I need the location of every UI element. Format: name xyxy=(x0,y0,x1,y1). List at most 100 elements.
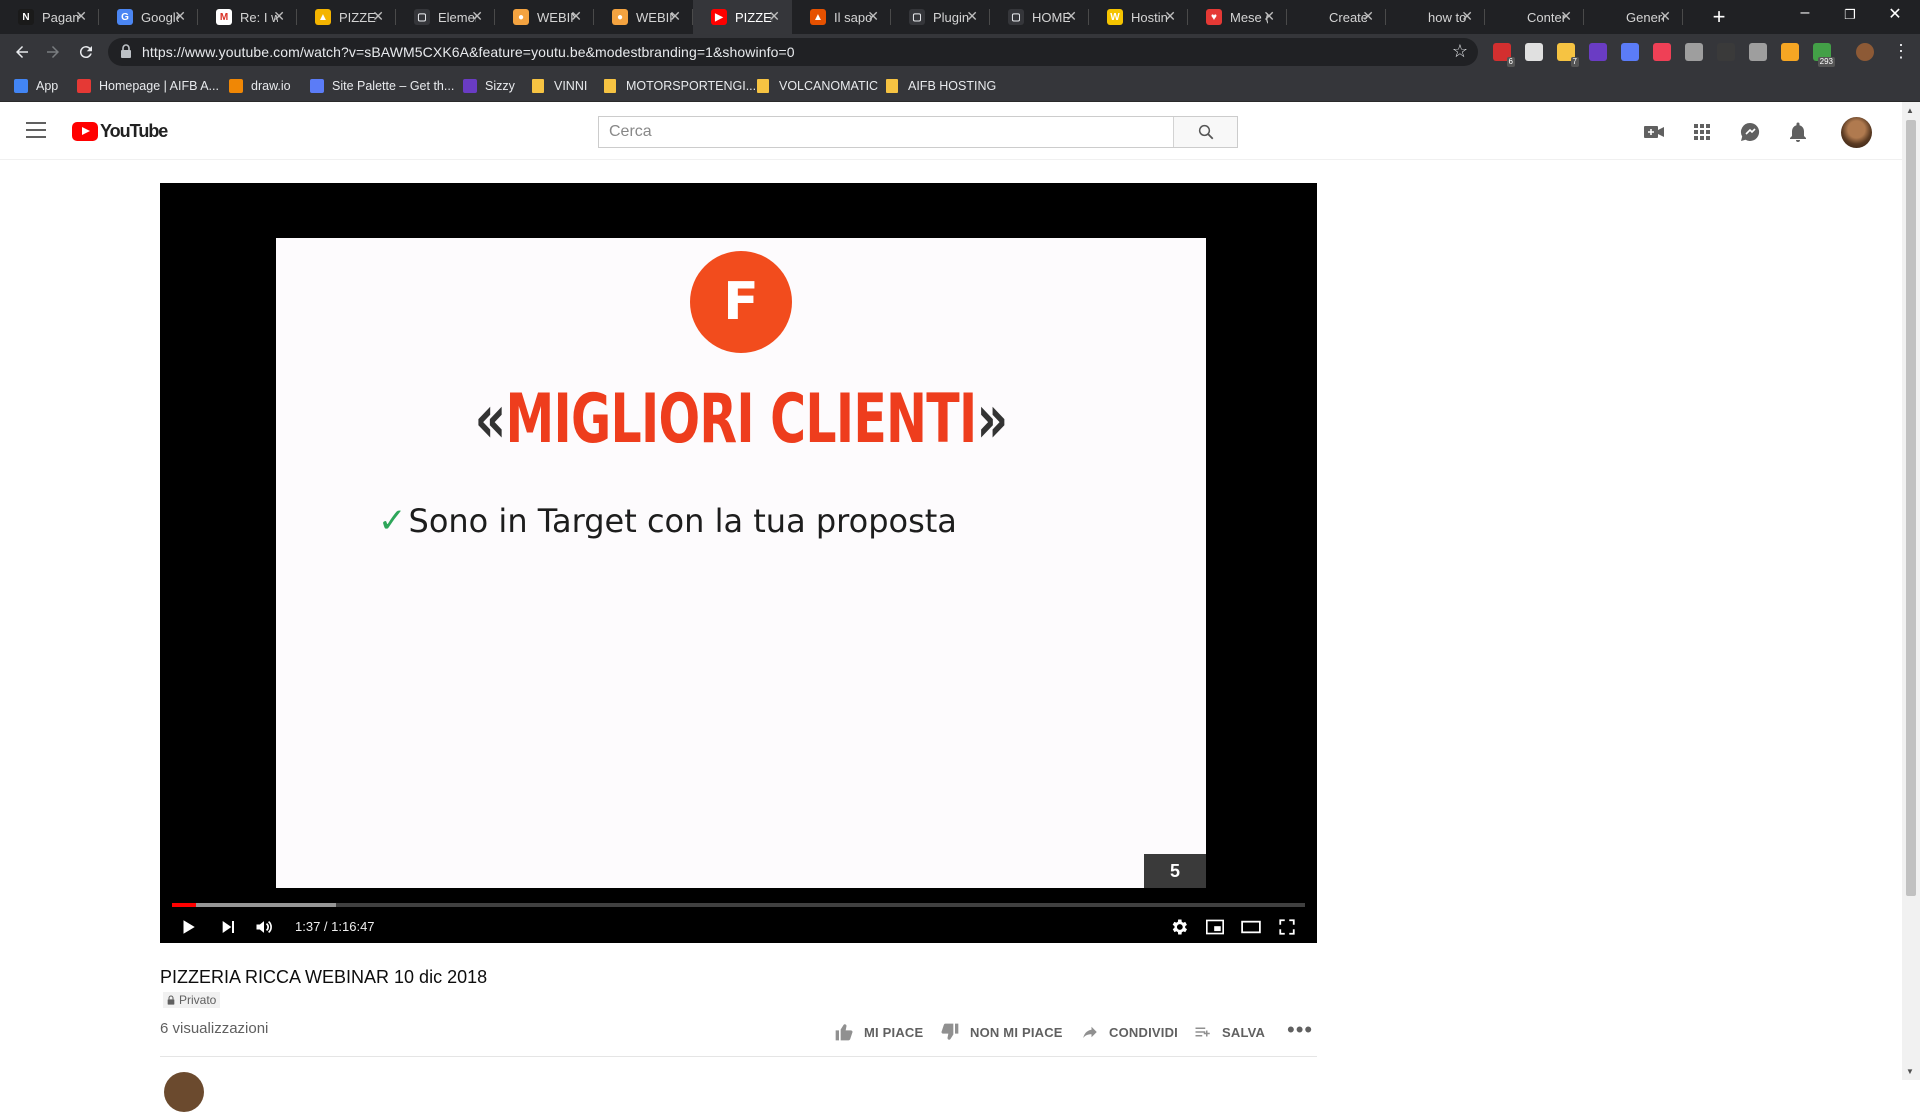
browser-tab[interactable]: ▢Elemen✕ xyxy=(396,0,495,34)
account-avatar[interactable] xyxy=(1841,117,1872,148)
sizzy-ext-icon[interactable] xyxy=(1589,43,1607,61)
tab-close-icon[interactable]: ✕ xyxy=(372,8,384,25)
browser-tab[interactable]: Conter ✕ xyxy=(1485,0,1584,34)
youtube-logo[interactable]: YouTube xyxy=(72,121,168,141)
maximize-button[interactable]: ❐ xyxy=(1830,7,1870,23)
sticky-notes-icon[interactable]: 7 xyxy=(1557,43,1579,67)
profile-avatar-icon[interactable] xyxy=(1856,43,1874,61)
browser-tab[interactable]: ▶PIZZER✕ xyxy=(693,0,792,34)
close-window-button[interactable]: ✕ xyxy=(1875,4,1915,24)
bookmark-item[interactable]: App xyxy=(14,77,58,95)
bookmark-item[interactable]: draw.io xyxy=(229,77,291,95)
tab-favicon-icon xyxy=(1602,9,1618,25)
messages-icon[interactable] xyxy=(1738,120,1762,144)
tab-close-icon[interactable]: ✕ xyxy=(1362,8,1374,25)
browser-tab[interactable]: Create ✕ xyxy=(1287,0,1386,34)
tab-close-icon[interactable]: ✕ xyxy=(966,8,978,25)
save-button[interactable]: SALVA xyxy=(1194,1021,1265,1043)
browser-tab[interactable]: N Pagam ✕ xyxy=(0,0,99,34)
bookmark-label: draw.io xyxy=(251,79,291,93)
tab-close-icon[interactable]: ✕ xyxy=(570,8,582,25)
tab-close-icon[interactable]: ✕ xyxy=(768,8,780,25)
theater-mode-button[interactable] xyxy=(1239,912,1263,942)
bookmark-item[interactable]: VOLCANOMATIC xyxy=(757,77,878,95)
tab-close-icon[interactable]: ✕ xyxy=(174,8,186,25)
adblock-icon[interactable]: 6 xyxy=(1493,43,1515,67)
tab-close-icon[interactable]: ✕ xyxy=(1560,8,1572,25)
create-video-icon[interactable] xyxy=(1642,120,1666,144)
notifications-bell-icon[interactable] xyxy=(1786,120,1810,144)
more-actions-button[interactable]: ••• xyxy=(1287,1019,1313,1041)
tab-close-icon[interactable]: ✕ xyxy=(1164,8,1176,25)
play-button[interactable] xyxy=(176,912,200,942)
text-cursor-icon[interactable] xyxy=(1781,43,1799,61)
scroll-down-arrow-icon[interactable]: ▼ xyxy=(1906,1067,1914,1076)
tab-close-icon[interactable]: ✕ xyxy=(1659,8,1671,25)
browser-tab[interactable]: ● WEBIN ✕ xyxy=(594,0,693,34)
address-bar[interactable]: https://www.youtube.com/watch?v=sBAWM5CX… xyxy=(108,38,1478,66)
guide-menu-icon[interactable] xyxy=(26,122,46,138)
tab-close-icon[interactable]: ✕ xyxy=(1263,8,1275,25)
browser-tab[interactable]: W Hostin ✕ xyxy=(1089,0,1188,34)
tab-close-icon[interactable]: ✕ xyxy=(273,8,285,25)
browser-tab[interactable]: ● WEBIN ✕ xyxy=(495,0,594,34)
browser-tab[interactable]: ▢ Plugin ✕ xyxy=(891,0,990,34)
tab-favicon-icon: ● xyxy=(612,9,628,25)
new-tab-button[interactable]: + xyxy=(1706,4,1732,30)
miniplayer-button[interactable] xyxy=(1203,912,1227,942)
bookmark-item[interactable]: Sizzy xyxy=(463,77,515,95)
channel-avatar[interactable] xyxy=(164,1072,204,1112)
next-button[interactable] xyxy=(216,912,240,942)
apps-grid-icon[interactable] xyxy=(1690,120,1714,144)
chrome-menu-icon[interactable]: ⋮ xyxy=(1892,41,1910,62)
tab-close-icon[interactable]: ✕ xyxy=(1065,8,1077,25)
bookmark-item[interactable]: MOTORSPORTENGI... xyxy=(604,77,756,95)
scrollbar-thumb[interactable] xyxy=(1906,120,1916,896)
bulb-icon[interactable] xyxy=(1685,43,1703,61)
tab-close-icon[interactable]: ✕ xyxy=(867,8,879,25)
tab-close-icon[interactable]: ✕ xyxy=(471,8,483,25)
tab-close-icon[interactable]: ✕ xyxy=(75,8,87,25)
share-button[interactable]: CONDIVIDI xyxy=(1081,1021,1178,1043)
page-scrollbar[interactable]: ▲ ▼ xyxy=(1902,102,1920,1080)
calendar-ext-icon[interactable]: 293 xyxy=(1813,43,1835,67)
search-input[interactable] xyxy=(599,117,1174,147)
bookmark-label: VINNI xyxy=(554,79,588,93)
bookmarks-bar: App Homepage | AIFB A... draw.io Site Palet… xyxy=(0,70,1920,102)
like-button[interactable]: MI PIACE xyxy=(834,1021,923,1043)
bookmark-star-icon[interactable]: ☆ xyxy=(1452,41,1468,62)
volume-button[interactable] xyxy=(251,912,277,942)
browser-tab[interactable]: M Re: I w ✕ xyxy=(198,0,297,34)
bookmark-item[interactable]: Homepage | AIFB A... xyxy=(77,77,219,95)
browser-tab[interactable]: Genera✕ xyxy=(1584,0,1683,34)
browser-tab[interactable]: ▲ Il sapo ✕ xyxy=(792,0,891,34)
minimize-button[interactable]: – xyxy=(1785,4,1825,22)
tab-close-icon[interactable]: ✕ xyxy=(669,8,681,25)
browser-tab[interactable]: how to ✕ xyxy=(1386,0,1485,34)
dislike-button[interactable]: NON MI PIACE xyxy=(940,1021,1063,1043)
search-button[interactable] xyxy=(1173,117,1237,147)
browser-tab[interactable]: ▢ HOME ✕ xyxy=(990,0,1089,34)
fullscreen-button[interactable] xyxy=(1275,912,1299,942)
back-button[interactable] xyxy=(10,40,34,64)
tab-favicon-icon: N xyxy=(18,9,34,25)
font-icon[interactable] xyxy=(1749,43,1767,61)
reload-button[interactable] xyxy=(74,40,98,64)
forward-button[interactable] xyxy=(41,40,65,64)
tab-close-icon[interactable]: ✕ xyxy=(1461,8,1473,25)
video-progress-bar[interactable] xyxy=(172,903,1305,907)
scroll-up-arrow-icon[interactable]: ▲ xyxy=(1906,106,1914,115)
settings-button[interactable] xyxy=(1167,912,1191,942)
browser-tab[interactable]: ▲PIZZER✕ xyxy=(297,0,396,34)
extension-icon[interactable] xyxy=(1525,43,1543,61)
palette-ext-icon[interactable] xyxy=(1621,43,1639,61)
pocket-icon[interactable] xyxy=(1653,43,1671,61)
video-player[interactable]: F «MIGLIORI CLIENTI» ✓Sono in Target con… xyxy=(160,183,1317,943)
bookmark-item[interactable]: VINNI xyxy=(532,77,587,95)
bookmark-item[interactable]: Site Palette – Get th... xyxy=(310,77,454,95)
dark-ext-icon[interactable] xyxy=(1717,43,1735,61)
slide-page-number: 5 xyxy=(1144,854,1206,888)
bookmark-item[interactable]: AIFB HOSTING xyxy=(886,77,996,95)
browser-tab[interactable]: ♥ Mese (✕ xyxy=(1188,0,1287,34)
browser-tab[interactable]: G Google ✕ xyxy=(99,0,198,34)
